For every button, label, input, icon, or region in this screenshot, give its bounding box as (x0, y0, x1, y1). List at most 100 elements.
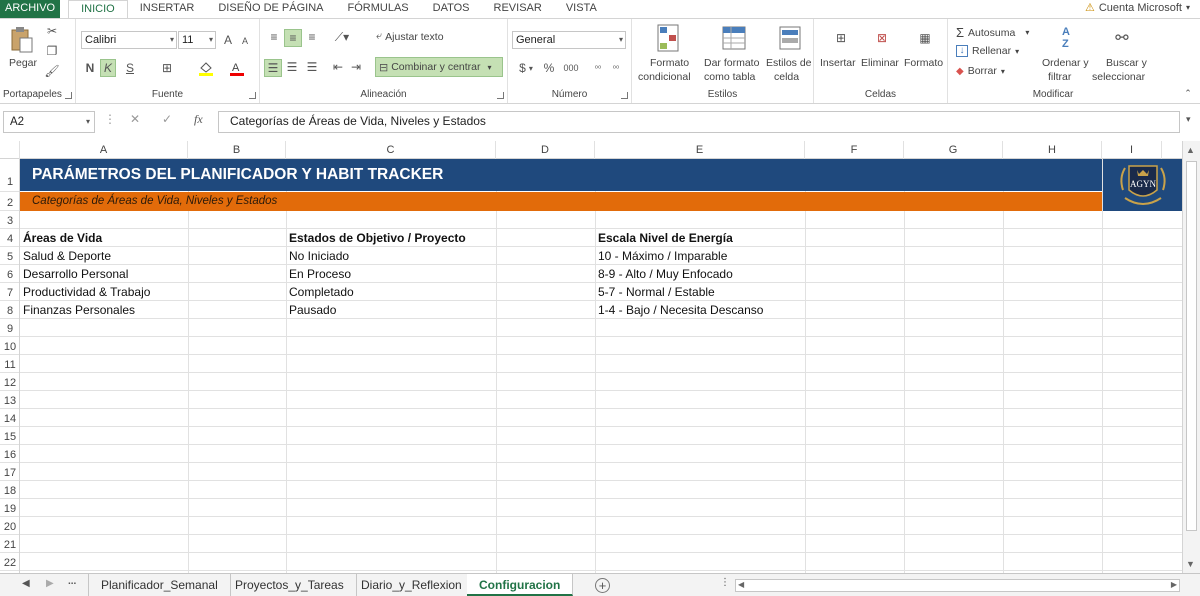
dialog-launcher-icon[interactable] (621, 92, 628, 99)
align-top-icon[interactable]: ≡ (266, 29, 282, 45)
row-header[interactable]: 14 (0, 409, 19, 427)
scroll-down-icon[interactable]: ▼ (1186, 559, 1195, 569)
row-header[interactable]: 2 (0, 192, 19, 211)
scroll-thumb[interactable] (1186, 161, 1197, 531)
orientation-icon[interactable]: ⟋▾ (330, 29, 354, 45)
scroll-up-icon[interactable]: ▲ (1186, 145, 1195, 155)
row-header[interactable]: 18 (0, 481, 19, 499)
format-as-table-button[interactable]: Dar formato como tabla (702, 23, 766, 87)
row-header[interactable]: 5 (0, 247, 19, 265)
sheet-tab-configuracion[interactable]: Configuracion (467, 574, 574, 596)
tab-formulas[interactable]: FÓRMULAS (336, 0, 421, 18)
column-header-g[interactable]: G (904, 141, 1003, 159)
column-header-e[interactable]: E (595, 141, 805, 159)
row-header[interactable]: 1 (0, 159, 19, 192)
font-size-select[interactable]: 11 ▾ (178, 31, 216, 49)
copy-icon[interactable]: ❐ (44, 43, 60, 59)
tab-archivo[interactable]: ARCHIVO (0, 0, 61, 18)
scroll-right-icon[interactable]: ▶ (1171, 580, 1177, 589)
sheet-subtitle[interactable]: Categorías de Áreas de Vida, Niveles y E… (20, 192, 1102, 211)
horizontal-scrollbar[interactable]: ◀ ▶ (735, 579, 1180, 592)
column-header-h[interactable]: H (1003, 141, 1102, 159)
align-center-icon[interactable]: ☰ (284, 59, 300, 75)
collapse-ribbon-icon[interactable]: ⌃ (1182, 87, 1194, 99)
insert-function-button[interactable]: fx (194, 112, 203, 127)
row-header[interactable]: 16 (0, 445, 19, 463)
paste-button[interactable]: Pegar (9, 57, 37, 69)
merge-center-button[interactable]: ⊟ Combinar y centrar ▾ (375, 57, 503, 77)
wrap-text-button[interactable]: ⤶ Ajustar texto (376, 30, 444, 43)
cut-icon[interactable]: ✂ (44, 23, 60, 39)
sheet-tab-planificador[interactable]: Planificador_Semanal (88, 574, 231, 596)
underline-button[interactable]: S (120, 59, 140, 77)
autosum-button[interactable]: Σ Autosuma ▾ (956, 25, 1029, 40)
font-name-select[interactable]: Calibri ▾ (81, 31, 177, 49)
decrease-decimal-icon[interactable]: ⁰⁰ (608, 59, 624, 77)
dialog-launcher-icon[interactable] (65, 92, 72, 99)
fill-color-icon[interactable] (196, 59, 216, 77)
state-item[interactable]: No Iniciado (286, 249, 349, 263)
tab-inicio[interactable]: INICIO (68, 0, 128, 19)
row-header[interactable]: 22 (0, 553, 19, 571)
increase-indent-icon[interactable]: ⇥ (348, 59, 364, 75)
currency-button[interactable]: $ ▾ (514, 59, 538, 77)
column-header-c[interactable]: C (286, 141, 496, 159)
conditional-format-button[interactable]: Formato condicional (636, 23, 698, 87)
tab-datos[interactable]: DATOS (421, 0, 482, 18)
italic-button[interactable]: K (100, 59, 116, 77)
cell-styles-button[interactable]: Estilos de celda (766, 23, 812, 87)
row-header[interactable]: 3 (0, 211, 19, 229)
find-select-button[interactable]: ⚯ Buscar y seleccionar (1092, 23, 1154, 87)
paste-icon[interactable] (8, 25, 36, 55)
state-item[interactable]: En Proceso (286, 267, 351, 281)
energy-item[interactable]: 10 - Máximo / Imparable (595, 249, 727, 263)
column-header-f[interactable]: F (805, 141, 904, 159)
formula-input[interactable]: Categorías de Áreas de Vida, Niveles y E… (218, 111, 1180, 133)
row-header[interactable]: 4 (0, 229, 19, 247)
energy-header[interactable]: Escala Nivel de Energía (595, 231, 733, 245)
thousands-button[interactable]: 000 (560, 59, 582, 77)
align-middle-icon[interactable]: ≡ (284, 29, 302, 47)
column-header-d[interactable]: D (496, 141, 595, 159)
row-header[interactable]: 9 (0, 319, 19, 337)
number-format-select[interactable]: General ▾ (512, 31, 626, 49)
worksheet-grid[interactable]: PARÁMETROS DEL PLANIFICADOR Y HABIT TRAC… (20, 159, 1182, 573)
sheet-tab-proyectos[interactable]: Proyectos_y_Tareas (223, 574, 357, 596)
split-handle-icon[interactable]: ⋮ (720, 577, 730, 588)
align-bottom-icon[interactable]: ≡ (304, 29, 320, 45)
select-all-corner[interactable] (0, 141, 20, 159)
font-color-icon[interactable]: A (228, 59, 246, 77)
format-painter-icon[interactable]: 🖌 (44, 63, 60, 79)
area-item[interactable]: Desarrollo Personal (20, 267, 128, 281)
row-header[interactable]: 10 (0, 337, 19, 355)
area-item[interactable]: Productividad & Trabajo (20, 285, 150, 299)
format-cells-button[interactable]: ▦ Formato (904, 23, 946, 87)
column-header-i[interactable]: I (1102, 141, 1162, 159)
row-header[interactable]: 7 (0, 283, 19, 301)
sheet-tab-diario[interactable]: Diario_y_Reflexion (349, 574, 475, 596)
row-header[interactable]: 8 (0, 301, 19, 319)
state-item[interactable]: Pausado (286, 303, 336, 317)
align-left-icon[interactable]: ☰ (264, 59, 282, 77)
align-right-icon[interactable]: ☰ (304, 59, 320, 75)
dialog-launcher-icon[interactable] (249, 92, 256, 99)
tab-vista[interactable]: VISTA (554, 0, 609, 18)
next-sheet-icon[interactable]: ▶ (46, 578, 54, 589)
row-header[interactable]: 15 (0, 427, 19, 445)
prev-sheet-icon[interactable]: ◀ (22, 578, 30, 589)
grow-font-button[interactable]: A (220, 31, 236, 49)
dialog-launcher-icon[interactable] (497, 92, 504, 99)
tab-diseno-pagina[interactable]: DISEÑO DE PÁGINA (206, 0, 335, 18)
areas-header[interactable]: Áreas de Vida (20, 231, 102, 245)
add-sheet-button[interactable]: + (595, 578, 610, 593)
row-header[interactable]: 17 (0, 463, 19, 481)
row-header[interactable]: 12 (0, 373, 19, 391)
row-header[interactable]: 11 (0, 355, 19, 373)
row-header[interactable]: 20 (0, 517, 19, 535)
area-item[interactable]: Salud & Deporte (20, 249, 111, 263)
states-header[interactable]: Estados de Objetivo / Proyecto (286, 231, 466, 245)
clear-button[interactable]: ◆ Borrar ▾ (956, 65, 1005, 77)
state-item[interactable]: Completado (286, 285, 354, 299)
energy-item[interactable]: 8-9 - Alto / Muy Enfocado (595, 267, 733, 281)
enter-icon[interactable]: ✓ (162, 112, 172, 126)
